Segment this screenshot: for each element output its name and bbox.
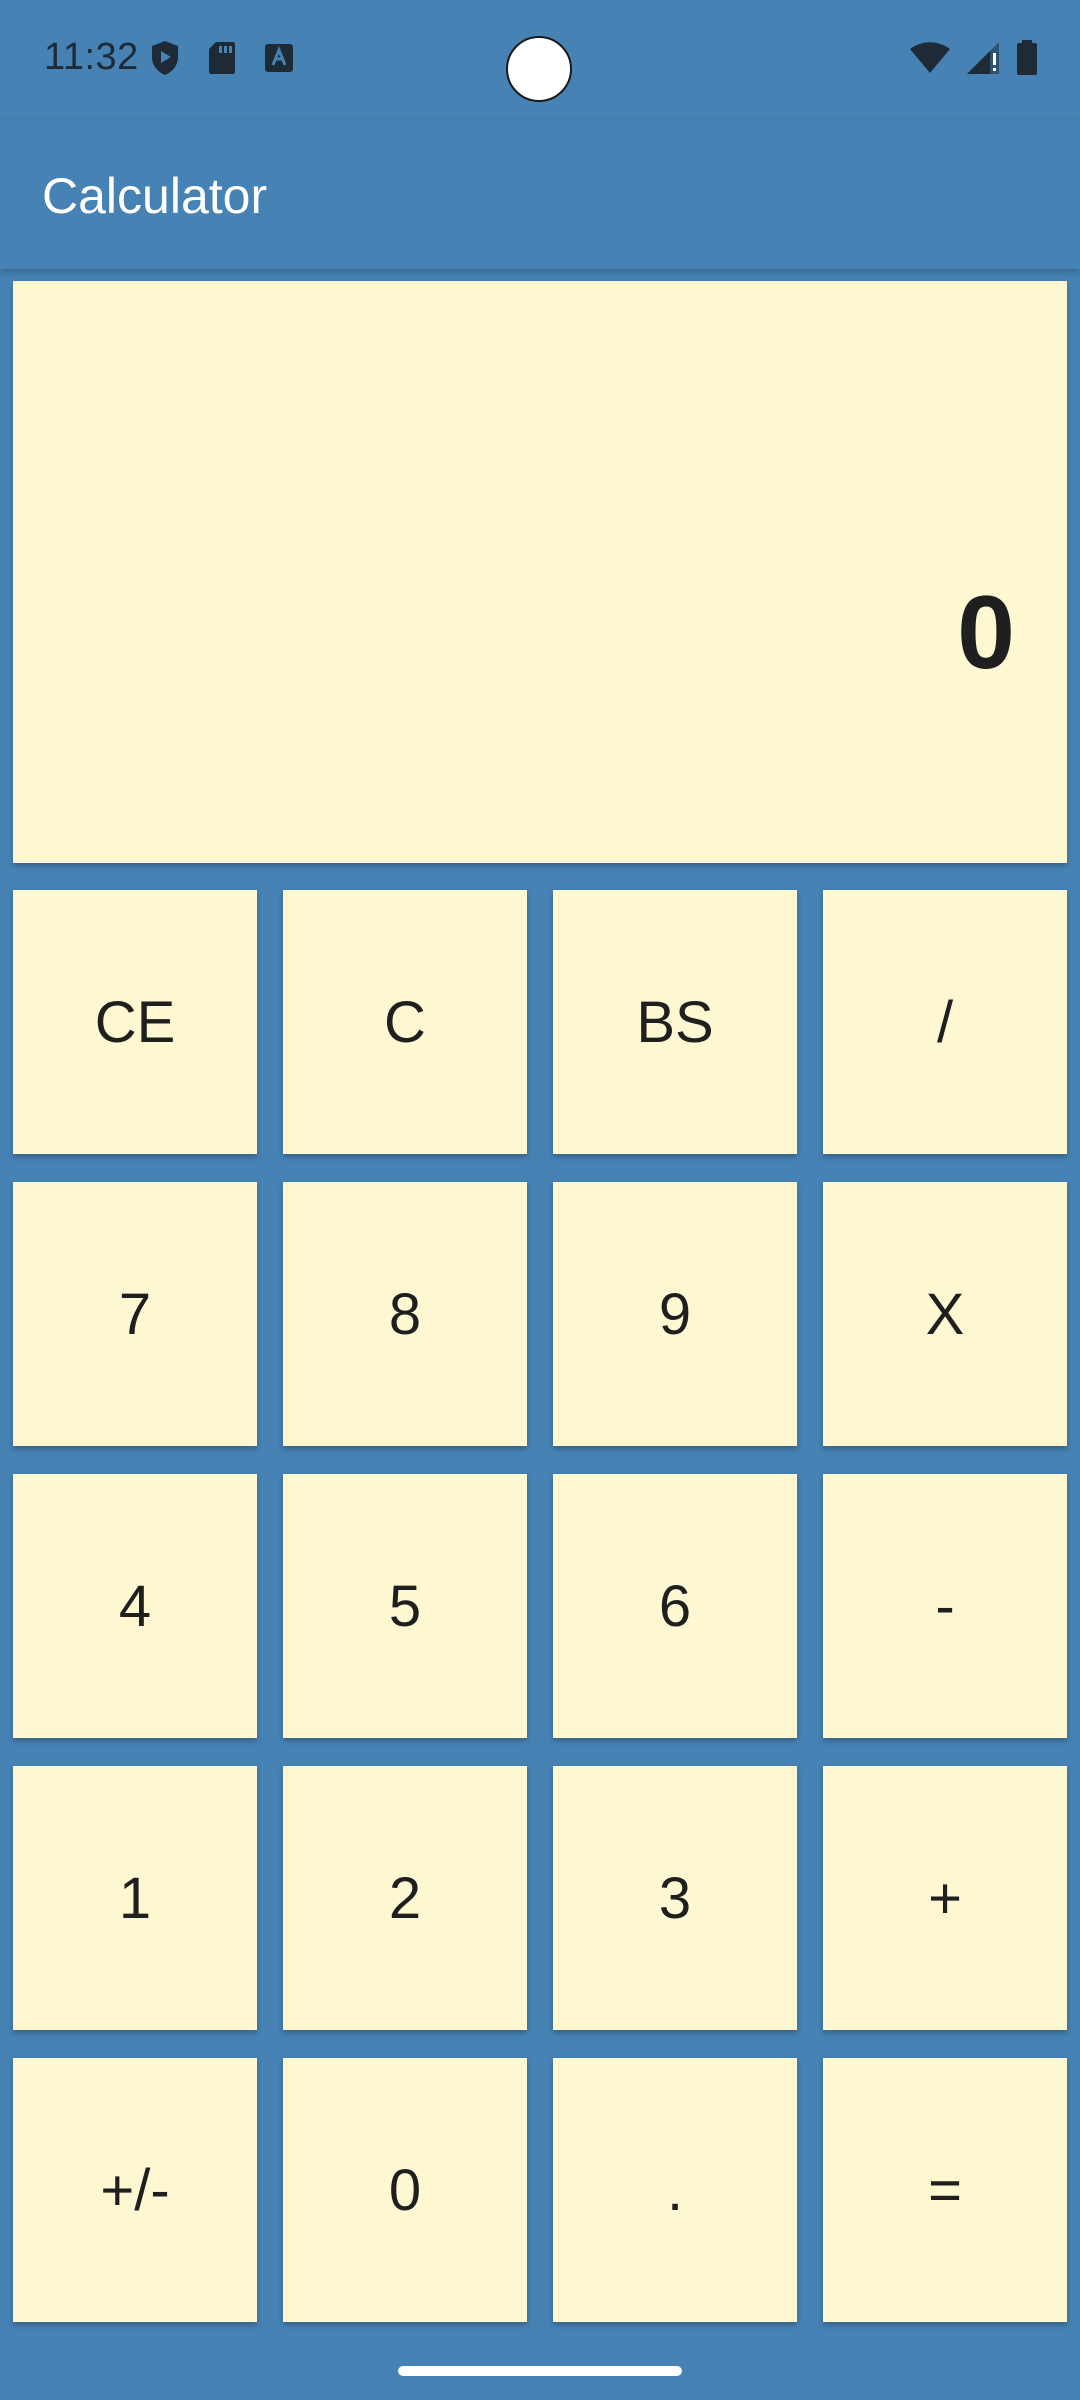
divide-button[interactable]: / bbox=[823, 890, 1067, 1154]
digit-2-button[interactable]: 2 bbox=[283, 1766, 527, 2030]
display-value: 0 bbox=[957, 575, 1015, 691]
digit-6-button[interactable]: 6 bbox=[553, 1474, 797, 1738]
status-bar: 11:32 bbox=[0, 0, 1080, 118]
clear-entry-button[interactable]: CE bbox=[13, 890, 257, 1154]
keypad: CE C BS / 7 8 9 X 4 5 6 - 1 2 3 + +/- 0 … bbox=[13, 890, 1067, 2322]
backspace-button[interactable]: BS bbox=[553, 890, 797, 1154]
result-display: 0 bbox=[13, 281, 1067, 863]
digit-0-button[interactable]: 0 bbox=[283, 2058, 527, 2322]
clear-button[interactable]: C bbox=[283, 890, 527, 1154]
status-icons-right bbox=[910, 40, 1038, 81]
text-a-icon bbox=[264, 43, 294, 78]
gesture-nav-handle[interactable] bbox=[398, 2366, 682, 2376]
sd-card-icon bbox=[208, 41, 236, 80]
negate-button[interactable]: +/- bbox=[13, 2058, 257, 2322]
digit-9-button[interactable]: 9 bbox=[553, 1182, 797, 1446]
app-bar: Calculator bbox=[0, 118, 1080, 269]
cell-signal-icon bbox=[966, 41, 1000, 80]
subtract-button[interactable]: - bbox=[823, 1474, 1067, 1738]
status-icons-left bbox=[150, 40, 294, 81]
digit-3-button[interactable]: 3 bbox=[553, 1766, 797, 2030]
multiply-button[interactable]: X bbox=[823, 1182, 1067, 1446]
calculator-screen: 11:32 Calculator 0 CE C BS / 7 8 9 X 4 5… bbox=[0, 0, 1080, 2400]
battery-icon bbox=[1016, 40, 1038, 81]
equals-button[interactable]: = bbox=[823, 2058, 1067, 2322]
camera-cutout bbox=[506, 36, 572, 102]
digit-4-button[interactable]: 4 bbox=[13, 1474, 257, 1738]
add-button[interactable]: + bbox=[823, 1766, 1067, 2030]
app-title: Calculator bbox=[42, 168, 268, 224]
digit-8-button[interactable]: 8 bbox=[283, 1182, 527, 1446]
digit-7-button[interactable]: 7 bbox=[13, 1182, 257, 1446]
decimal-point-button[interactable]: . bbox=[553, 2058, 797, 2322]
status-time: 11:32 bbox=[44, 36, 139, 78]
digit-5-button[interactable]: 5 bbox=[283, 1474, 527, 1738]
shield-play-icon bbox=[150, 40, 180, 81]
wifi-icon bbox=[910, 42, 950, 79]
digit-1-button[interactable]: 1 bbox=[13, 1766, 257, 2030]
